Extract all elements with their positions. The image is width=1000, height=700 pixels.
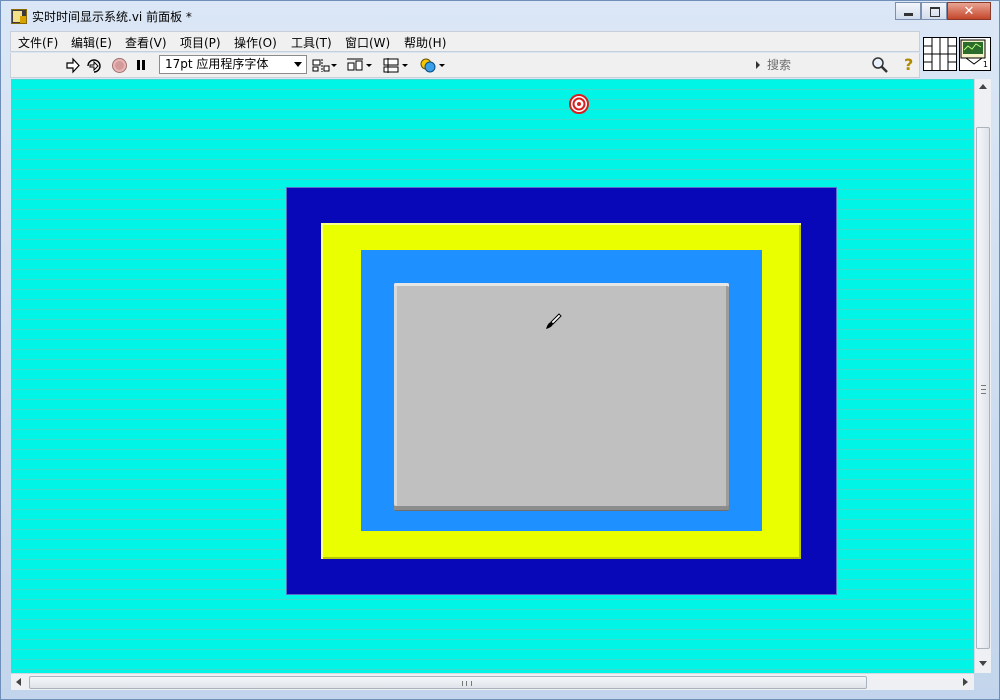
context-help-icon[interactable]: ? <box>904 55 918 74</box>
align-objects-icon <box>312 59 337 72</box>
vi-app-icon <box>11 9 27 24</box>
window-controls: ✕ <box>895 2 991 21</box>
pause-button[interactable] <box>134 57 148 74</box>
menu-project[interactable]: 项目(P) <box>180 34 221 51</box>
resize-objects-icon <box>383 58 408 73</box>
minimize-icon <box>904 13 913 16</box>
search-expand-icon <box>756 61 760 69</box>
abort-stop-icon <box>112 58 127 73</box>
scroll-left-icon[interactable] <box>16 678 21 686</box>
scroll-down-icon[interactable] <box>979 661 987 666</box>
menu-help[interactable]: 帮助(H) <box>404 34 446 51</box>
grip-icon <box>981 385 986 394</box>
distribute-objects-icon <box>347 58 372 71</box>
scroll-right-icon[interactable] <box>963 678 968 686</box>
reorder-icon <box>420 58 445 73</box>
magnifier-icon[interactable] <box>871 56 889 74</box>
chevron-down-icon <box>294 62 302 67</box>
reorder-button[interactable] <box>419 57 445 74</box>
close-button[interactable]: ✕ <box>947 2 991 20</box>
search-area <box>751 55 891 75</box>
labview-front-panel-window: 实时时间显示系统.vi 前面板 * ✕ 文件(F) 编辑(E) 查看(V) 项目… <box>0 0 1000 700</box>
minimize-button[interactable] <box>895 2 921 20</box>
run-continuously-icon <box>87 59 101 73</box>
menu-window[interactable]: 窗口(W) <box>345 34 390 51</box>
horizontal-scrollbar[interactable] <box>11 673 974 690</box>
grip-icon <box>462 681 472 686</box>
text-settings-value: 17pt 应用程序字体 <box>165 57 269 71</box>
align-objects-button[interactable] <box>311 57 337 74</box>
pause-icon <box>137 60 145 70</box>
run-button[interactable] <box>65 57 81 74</box>
menu-operate[interactable]: 操作(O) <box>234 34 277 51</box>
menu-bar: 文件(F) 编辑(E) 查看(V) 项目(P) 操作(O) 工具(T) 窗口(W… <box>10 31 920 52</box>
menu-view[interactable]: 查看(V) <box>125 34 167 51</box>
connector-grid-icon <box>924 38 956 70</box>
connector-pane[interactable] <box>923 37 957 71</box>
window-title: 实时时间显示系统.vi 前面板 * <box>32 10 192 24</box>
menu-file[interactable]: 文件(F) <box>18 34 58 51</box>
vertical-scrollbar[interactable] <box>974 79 991 673</box>
connector-terminal-number: 1 <box>982 60 988 69</box>
vertical-scroll-thumb[interactable] <box>976 127 990 649</box>
maximize-button[interactable] <box>921 2 947 20</box>
run-continuously-button[interactable] <box>85 57 103 74</box>
distribute-objects-button[interactable] <box>346 57 372 74</box>
close-icon: ✕ <box>963 4 975 19</box>
title-bar: 实时时间显示系统.vi 前面板 * ✕ <box>1 1 999 30</box>
target-icon <box>569 94 589 114</box>
menu-edit[interactable]: 编辑(E) <box>71 34 112 51</box>
paintbrush-cursor-icon <box>544 313 562 331</box>
horizontal-scroll-thumb[interactable] <box>29 676 867 689</box>
vi-icon[interactable]: 1 <box>959 37 991 71</box>
scroll-up-icon[interactable] <box>979 84 987 89</box>
menu-tools[interactable]: 工具(T) <box>291 34 332 51</box>
resize-objects-button[interactable] <box>382 57 408 74</box>
abort-button[interactable] <box>111 57 128 74</box>
text-settings-dropdown[interactable]: 17pt 应用程序字体 <box>159 55 307 74</box>
run-arrow-icon <box>66 57 80 74</box>
front-panel-canvas[interactable] <box>11 79 974 673</box>
search-input[interactable] <box>765 56 867 73</box>
toolbar: 17pt 应用程序字体 ? <box>10 53 920 78</box>
maximize-icon <box>930 7 940 17</box>
